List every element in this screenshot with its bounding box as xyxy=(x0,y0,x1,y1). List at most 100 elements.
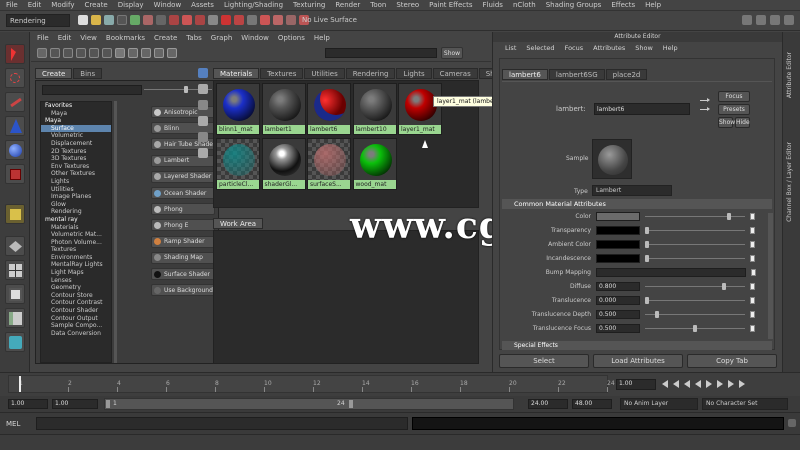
copy-tab-button[interactable]: Copy Tab xyxy=(687,354,777,368)
layout-graph-icon[interactable] xyxy=(5,308,25,328)
menu-effects[interactable]: Effects xyxy=(611,1,635,9)
create-filter-field[interactable] xyxy=(42,85,142,95)
show-button[interactable]: Show xyxy=(441,47,463,59)
tab-cameras[interactable]: Cameras xyxy=(432,68,478,79)
tree-item-lights[interactable]: Lights xyxy=(41,178,111,186)
ae-tab-lambert6[interactable]: lambert6 xyxy=(502,69,548,80)
hide-attr-button[interactable]: Hide xyxy=(735,117,750,128)
tree-item-geometry[interactable]: Geometry xyxy=(41,284,111,292)
layout-persp-outliner-icon[interactable] xyxy=(5,284,25,304)
new-scene-icon[interactable] xyxy=(78,15,88,25)
tab-work-area[interactable]: Work Area xyxy=(213,218,264,229)
command-language-label[interactable]: MEL xyxy=(6,420,20,428)
layout-single-icon[interactable] xyxy=(5,236,25,256)
show-both-tabs-icon[interactable] xyxy=(76,48,86,58)
select-button[interactable]: Select xyxy=(499,354,589,368)
show-bottom-tabs-icon[interactable] xyxy=(63,48,73,58)
tree-item-mentalray-lights[interactable]: MentalRay Lights xyxy=(41,261,111,269)
tree-item-maya[interactable]: Maya xyxy=(41,110,111,118)
translucence-depth-map-button[interactable] xyxy=(750,311,755,318)
work-area-graph[interactable] xyxy=(213,230,479,364)
scale-tool-icon[interactable] xyxy=(5,164,25,184)
ae-scrollbar[interactable] xyxy=(768,213,773,339)
show-top-tabs-icon[interactable] xyxy=(50,48,60,58)
tree-item-image-planes[interactable]: Image Planes xyxy=(41,193,111,201)
menu-toon[interactable]: Toon xyxy=(370,1,386,9)
tree-item-contour-store[interactable]: Contour Store xyxy=(41,292,111,300)
diffuse-field[interactable]: 0.800 xyxy=(596,282,640,291)
menu-assets[interactable]: Assets xyxy=(191,1,214,9)
hypershade-search-field[interactable] xyxy=(325,48,437,58)
diffuse-map-button[interactable] xyxy=(750,283,755,290)
common-material-section[interactable]: Common Material Attributes xyxy=(502,199,772,209)
material-swatch-surfaces[interactable]: surfaceS... xyxy=(307,138,351,190)
ambient-color-slider[interactable] xyxy=(645,241,745,248)
time-slider-track[interactable]: 124681012141618202224 xyxy=(8,375,615,393)
move-tool-icon[interactable] xyxy=(5,116,25,136)
tree-item-volumetric-mat[interactable]: Volumetric Mat... xyxy=(41,231,111,239)
create-use-background-button[interactable]: Use Background xyxy=(151,284,215,297)
translucence-field[interactable]: 0.000 xyxy=(596,296,640,305)
show-attr-button[interactable]: Show xyxy=(718,117,735,128)
menu-modify[interactable]: Modify xyxy=(51,1,74,9)
transparency-map-button[interactable] xyxy=(750,227,755,234)
menu-display[interactable]: Display xyxy=(118,1,144,9)
tree-item-environments[interactable]: Environments xyxy=(41,254,111,262)
render-frame-icon[interactable] xyxy=(247,15,257,25)
translucence-map-button[interactable] xyxy=(750,297,755,304)
mask-icon[interactable] xyxy=(156,15,166,25)
diffuse-slider[interactable] xyxy=(645,283,745,290)
ambient-color-color-swatch[interactable] xyxy=(596,240,640,249)
input-connections-icon[interactable] xyxy=(141,48,151,58)
playback-start-field[interactable]: 1.00 xyxy=(52,399,98,409)
slider-handle[interactable] xyxy=(645,241,649,248)
color-slider[interactable] xyxy=(645,213,745,220)
tree-item-favorites[interactable]: Favorites xyxy=(41,102,111,110)
range-start-handle[interactable] xyxy=(106,400,110,408)
tree-item-contour-output[interactable]: Contour Output xyxy=(41,315,111,323)
command-input[interactable] xyxy=(36,417,408,430)
hs-menu-window[interactable]: Window xyxy=(241,34,269,42)
script-editor-icon[interactable] xyxy=(788,419,796,427)
ae-tab-place2d[interactable]: place2d xyxy=(605,69,648,80)
tree-item-displacement[interactable]: Displacement xyxy=(41,140,111,148)
menu-fluids[interactable]: Fluids xyxy=(483,1,503,9)
translucence-slider[interactable] xyxy=(645,297,745,304)
lasso-tool-icon[interactable] xyxy=(5,68,25,88)
create-phong-button[interactable]: Phong xyxy=(151,203,215,216)
toggle-create-bar-icon[interactable] xyxy=(37,48,47,58)
ae-menu-help[interactable]: Help xyxy=(663,44,678,52)
menu-set-dropdown[interactable]: Rendering xyxy=(6,14,70,27)
tree-item-textures[interactable]: Textures xyxy=(41,246,111,254)
playback-end-field[interactable]: 24.00 xyxy=(528,399,568,409)
tab-rendering[interactable]: Rendering xyxy=(345,68,396,79)
last-tool-icon[interactable] xyxy=(5,204,25,224)
io-connections-icon[interactable] xyxy=(154,48,164,58)
tree-item-2d-textures[interactable]: 2D Textures xyxy=(41,148,111,156)
tab-materials[interactable]: Materials xyxy=(213,68,260,79)
incandescence-map-button[interactable] xyxy=(750,255,755,262)
tab-icon-1[interactable] xyxy=(198,68,208,78)
play-backwards-icon[interactable] xyxy=(695,380,701,388)
material-swatch-lambert10[interactable]: lambert10 xyxy=(352,83,397,135)
tree-item-materials[interactable]: Materials xyxy=(41,224,111,232)
tab-icon-6[interactable] xyxy=(198,148,208,158)
go-to-start-icon[interactable] xyxy=(662,380,668,388)
slider-handle[interactable] xyxy=(645,297,649,304)
incandescence-color-swatch[interactable] xyxy=(596,254,640,263)
tree-item-env-textures[interactable]: Env Textures xyxy=(41,163,111,171)
current-time-field[interactable]: 1.00 xyxy=(616,379,656,390)
layout-four-icon[interactable] xyxy=(5,260,25,280)
special-effects-section[interactable]: Special Effects xyxy=(502,341,772,350)
color-map-button[interactable] xyxy=(750,213,755,220)
rotate-tool-icon[interactable] xyxy=(5,140,25,160)
toggle-channel-box-icon[interactable] xyxy=(770,15,780,25)
tree-item-light-maps[interactable]: Light Maps xyxy=(41,269,111,277)
create-layered-shader-button[interactable]: Layered Shader xyxy=(151,170,215,183)
hs-menu-edit[interactable]: Edit xyxy=(58,34,72,42)
select-hierarchy-icon[interactable] xyxy=(117,15,127,25)
save-scene-icon[interactable] xyxy=(104,15,114,25)
tree-item-lenses[interactable]: Lenses xyxy=(41,277,111,285)
transparency-slider[interactable] xyxy=(645,227,745,234)
slider-handle[interactable] xyxy=(693,325,697,332)
